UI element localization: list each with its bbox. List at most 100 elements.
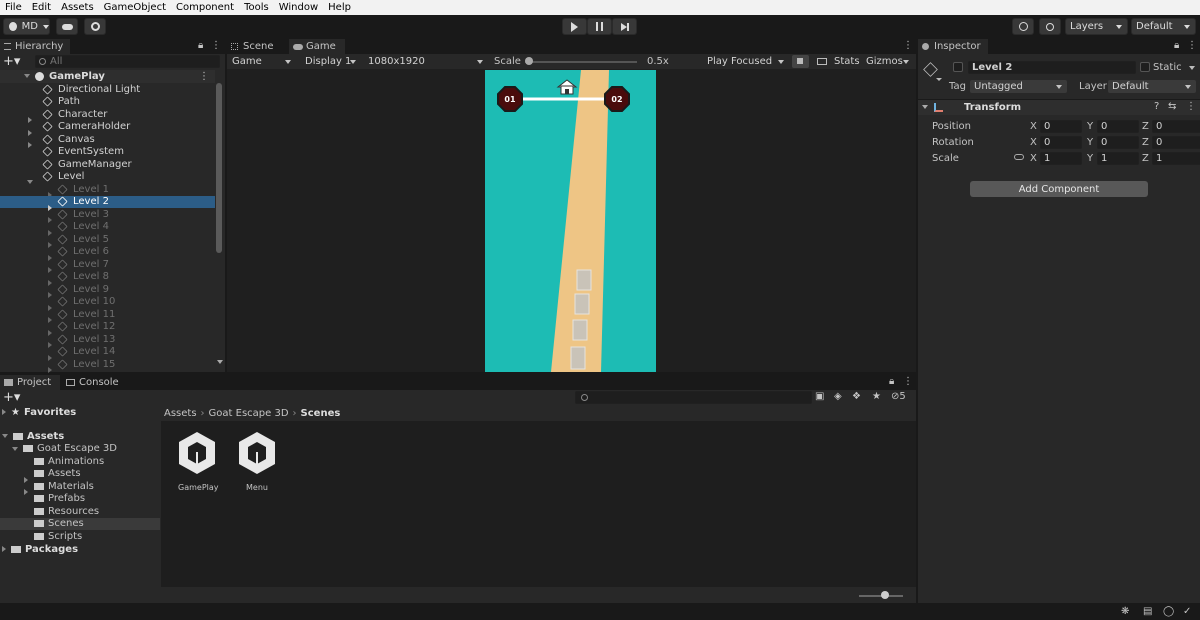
- scene-menu-icon[interactable]: ⋮: [199, 71, 209, 82]
- tab-project[interactable]: Project: [0, 375, 60, 390]
- account-dropdown[interactable]: MD: [3, 18, 50, 35]
- help-icon[interactable]: ?: [1154, 101, 1159, 112]
- hierarchy-item[interactable]: GameManager: [0, 158, 215, 171]
- lock-icon[interactable]: 🔒︎: [198, 40, 203, 51]
- resolution-dropdown[interactable]: 1080x1920: [364, 55, 488, 68]
- hierarchy-item[interactable]: EventSystem: [0, 146, 215, 159]
- scale-slider-thumb[interactable]: [525, 57, 533, 65]
- search-by-label-icon[interactable]: ◈: [834, 391, 842, 402]
- tree-subfolder[interactable]: Materials: [0, 480, 160, 496]
- asset-gameplay-scene[interactable]: GamePlay: [171, 430, 226, 500]
- expand-arrow-icon[interactable]: [2, 546, 6, 553]
- transform-y-field[interactable]: 0: [1097, 120, 1139, 133]
- layer-dropdown[interactable]: Default: [1108, 80, 1196, 93]
- collab-button[interactable]: [84, 18, 106, 35]
- transform-header[interactable]: Transform ? ⇆ ⋮: [918, 100, 1200, 115]
- game-mode-dropdown[interactable]: Game: [228, 55, 296, 68]
- icon-picker-chevron-icon[interactable]: [936, 78, 942, 81]
- tag-icon[interactable]: ❖: [852, 391, 861, 402]
- create-asset-button[interactable]: +▾: [3, 390, 20, 405]
- hierarchy-item-level[interactable]: Level 10: [0, 296, 215, 311]
- hierarchy-item-level[interactable]: Level 12: [0, 321, 215, 336]
- play-mode-dropdown[interactable]: Play Focused: [703, 55, 789, 68]
- gizmos-dropdown[interactable]: Gizmos: [862, 55, 914, 68]
- static-chevron-icon[interactable]: [1189, 66, 1195, 70]
- shortcuts-button[interactable]: [814, 55, 831, 68]
- hierarchy-item-level[interactable]: Level 7: [0, 258, 215, 274]
- constrain-proportions-icon[interactable]: [1014, 154, 1024, 160]
- search-button[interactable]: [1039, 18, 1061, 35]
- hierarchy-item[interactable]: Path: [0, 96, 215, 109]
- active-checkbox[interactable]: [953, 62, 963, 72]
- play-button[interactable]: [562, 18, 587, 35]
- collapse-arrow-icon[interactable]: [922, 105, 928, 109]
- menu-edit[interactable]: Edit: [27, 2, 56, 13]
- transform-z-field[interactable]: 0: [1152, 120, 1200, 133]
- menu-window[interactable]: Window: [274, 2, 323, 13]
- tree-subfolder[interactable]: Resources: [0, 505, 160, 518]
- preset-icon[interactable]: ⇆: [1168, 101, 1176, 112]
- search-by-type-icon[interactable]: ▣: [815, 391, 824, 402]
- mute-audio-button[interactable]: [792, 55, 809, 68]
- breadcrumb-scenes[interactable]: Scenes: [301, 408, 341, 419]
- network-icon[interactable]: ◯: [1163, 606, 1174, 617]
- menu-help[interactable]: Help: [323, 2, 356, 13]
- hierarchy-item-level[interactable]: Level 9: [0, 283, 215, 299]
- pause-button[interactable]: [587, 18, 612, 35]
- tree-subfolder[interactable]: Scenes: [0, 517, 160, 530]
- scroll-down-icon[interactable]: [217, 360, 223, 364]
- hierarchy-item-level[interactable]: Level 1: [0, 183, 215, 199]
- menu-file[interactable]: File: [0, 2, 27, 13]
- cache-server-icon[interactable]: ▤: [1143, 606, 1152, 617]
- history-button[interactable]: [1012, 18, 1034, 35]
- transform-y-field[interactable]: 0: [1097, 136, 1139, 149]
- hierarchy-item[interactable]: CameraHolder: [0, 121, 215, 136]
- hierarchy-item[interactable]: Canvas: [0, 133, 215, 149]
- breadcrumb-goat-escape[interactable]: Goat Escape 3D: [209, 408, 289, 419]
- hierarchy-root-gameplay[interactable]: GamePlay ⋮: [0, 70, 215, 83]
- hierarchy-item[interactable]: Level: [0, 171, 215, 184]
- collapse-arrow-icon[interactable]: [12, 446, 18, 451]
- tree-subfolder[interactable]: Prefabs: [0, 493, 160, 506]
- tree-subfolder[interactable]: Scripts: [0, 530, 160, 543]
- icon-size-slider-thumb[interactable]: [881, 591, 889, 599]
- kebab-menu-icon[interactable]: ⋮: [1186, 101, 1196, 112]
- tab-scene[interactable]: Scene: [227, 39, 287, 54]
- hierarchy-item-level[interactable]: Level 13: [0, 333, 215, 349]
- menu-component[interactable]: Component: [171, 2, 239, 13]
- kebab-menu-icon[interactable]: ⋮: [1187, 40, 1197, 51]
- transform-y-field[interactable]: 1: [1097, 152, 1139, 165]
- transform-x-field[interactable]: 0: [1040, 136, 1082, 149]
- kebab-menu-icon[interactable]: ⋮: [903, 40, 913, 51]
- tab-hierarchy[interactable]: Hierarchy: [0, 39, 70, 54]
- menu-tools[interactable]: Tools: [239, 2, 274, 13]
- lock-icon[interactable]: 🔒︎: [1174, 40, 1179, 51]
- hierarchy-search-input[interactable]: All: [35, 55, 220, 68]
- expand-arrow-icon[interactable]: [48, 367, 52, 374]
- favorite-star-icon[interactable]: ★: [872, 391, 881, 402]
- game-viewport[interactable]: 01 02: [485, 70, 656, 372]
- hierarchy-item-level[interactable]: Level 5: [0, 233, 215, 249]
- hierarchy-item[interactable]: Directional Light: [0, 83, 215, 96]
- menu-assets[interactable]: Assets: [56, 2, 99, 13]
- hierarchy-item[interactable]: Character: [0, 108, 215, 124]
- tag-dropdown[interactable]: Untagged: [970, 80, 1067, 93]
- transform-z-field[interactable]: 1: [1152, 152, 1200, 165]
- hierarchy-item-level[interactable]: Level 3: [0, 208, 215, 224]
- hidden-packages-icon[interactable]: ⊘5: [891, 391, 906, 402]
- hierarchy-item-level[interactable]: Level 2: [0, 195, 215, 211]
- transform-x-field[interactable]: 0: [1040, 120, 1082, 133]
- layers-dropdown[interactable]: Layers: [1065, 18, 1128, 35]
- menu-gameobject[interactable]: GameObject: [99, 2, 171, 13]
- tree-subfolder[interactable]: Animations: [0, 455, 160, 468]
- stats-button[interactable]: Stats: [834, 56, 860, 67]
- scale-slider[interactable]: [525, 61, 637, 63]
- tree-subfolder[interactable]: Assets: [0, 468, 160, 483]
- tree-assets[interactable]: Assets: [2, 430, 158, 443]
- transform-z-field[interactable]: 0: [1152, 136, 1200, 149]
- hierarchy-item-level[interactable]: Level 14: [0, 346, 215, 361]
- hierarchy-item-level[interactable]: Level 15: [0, 358, 215, 374]
- hierarchy-item-level[interactable]: Level 8: [0, 271, 215, 286]
- object-name-input[interactable]: Level 2: [968, 61, 1136, 74]
- cloud-button[interactable]: [56, 18, 78, 35]
